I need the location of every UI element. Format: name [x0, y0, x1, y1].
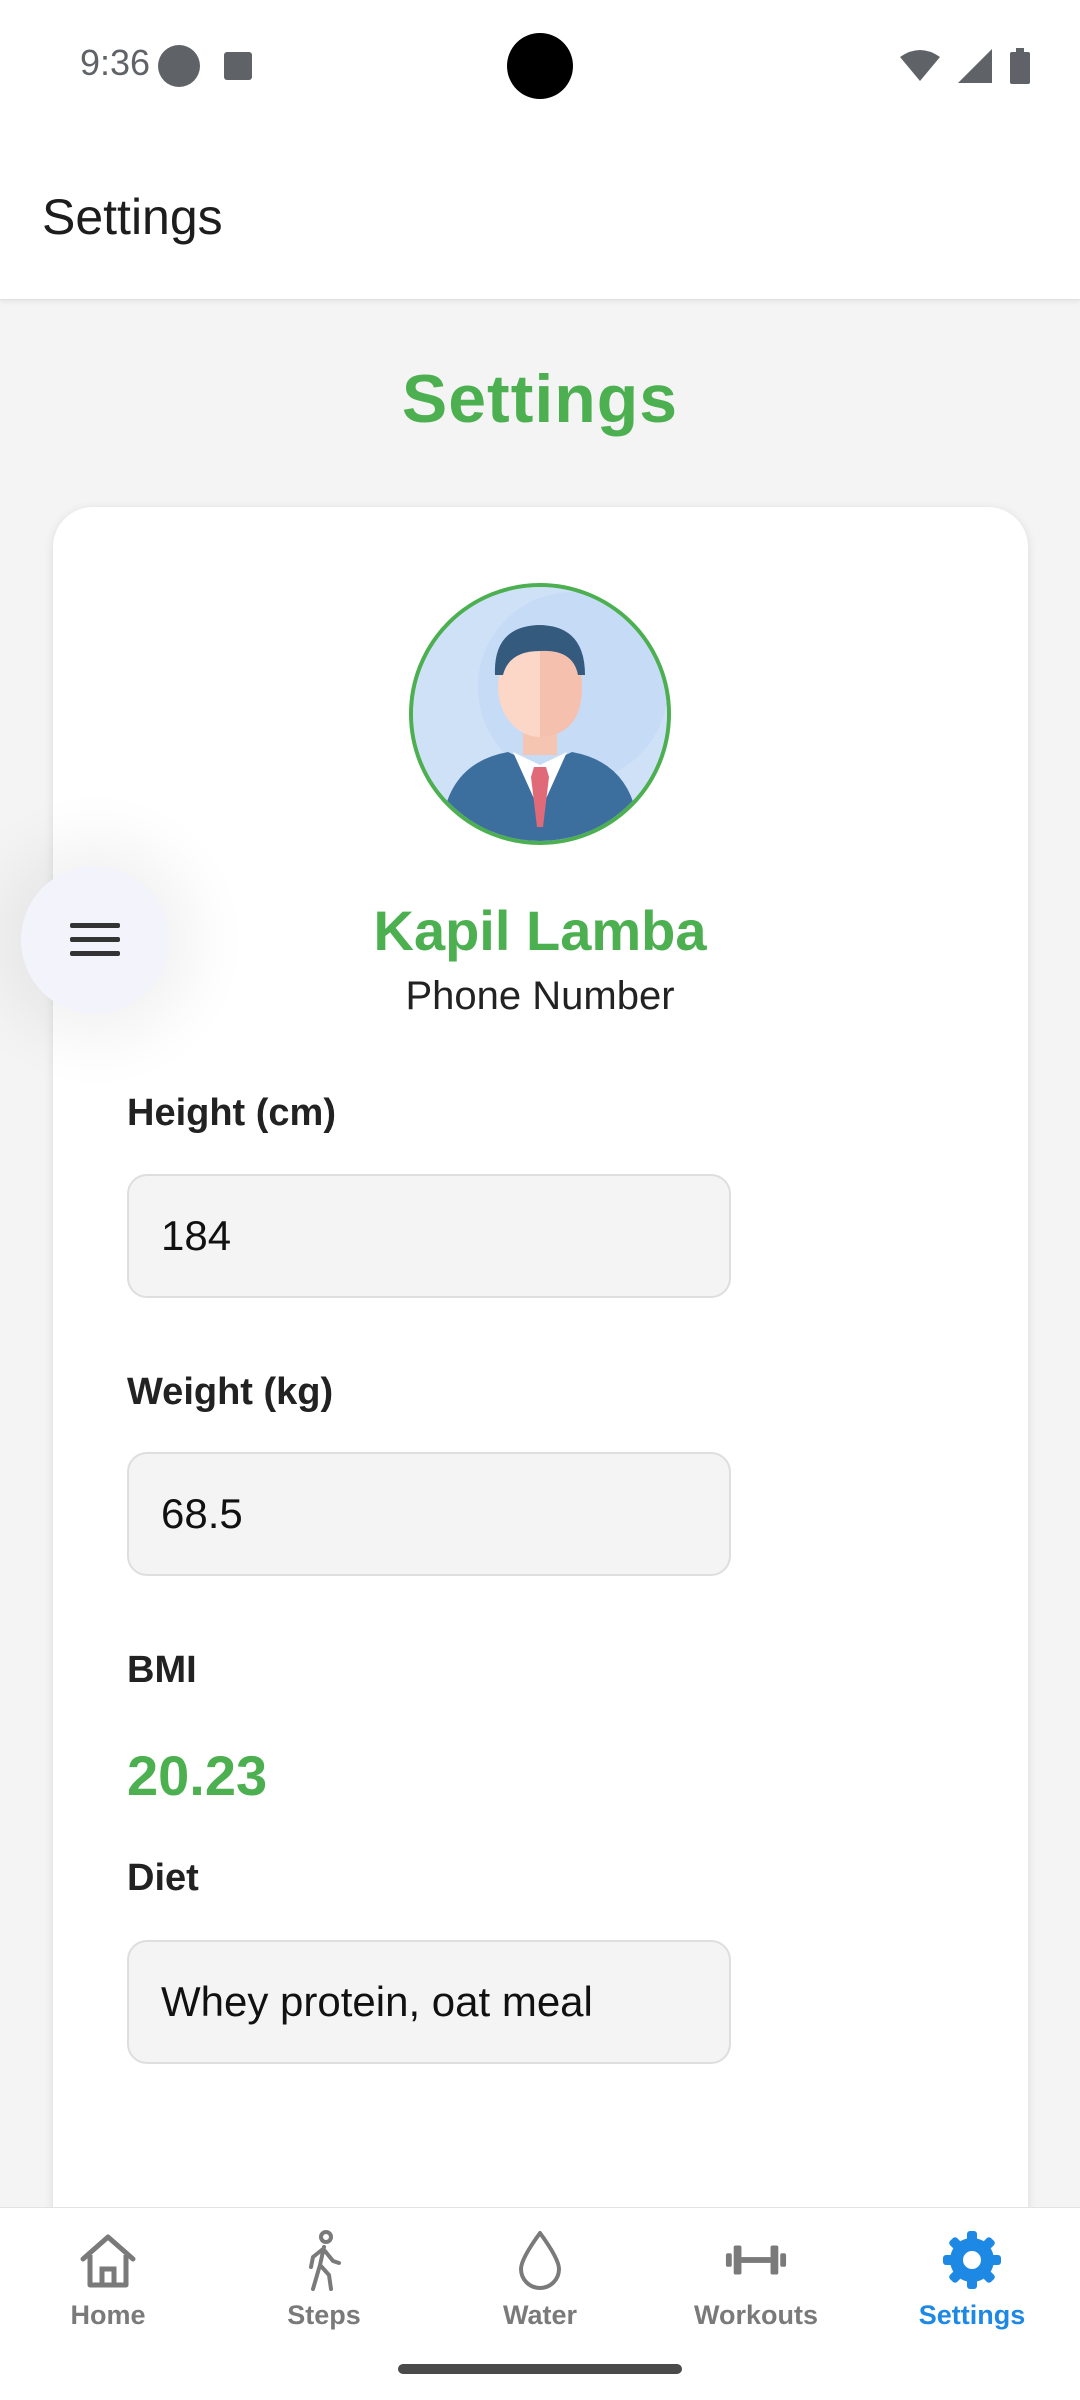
battery-icon — [1010, 48, 1030, 84]
app-bar: Settings — [0, 132, 1080, 300]
nav-workouts-label: Workouts — [693, 2300, 818, 2330]
page-title: Settings — [401, 361, 679, 437]
walking-icon — [292, 2228, 356, 2292]
nav-steps-label: Steps — [287, 2300, 361, 2330]
status-indicators — [900, 48, 1030, 84]
keyboard-notification-icon — [224, 52, 252, 80]
avatar-illustration — [413, 587, 667, 841]
nav-home[interactable]: Home — [0, 2208, 216, 2400]
nav-water-label: Water — [502, 2300, 577, 2330]
menu-button[interactable] — [21, 866, 169, 1014]
app-notification-icon — [158, 45, 200, 87]
diet-input[interactable] — [127, 1940, 731, 2064]
nav-settings[interactable]: Settings — [864, 2208, 1080, 2400]
camera-cutout — [507, 33, 573, 99]
bmi-value: 20.23 — [127, 1744, 268, 1807]
weight-input[interactable] — [127, 1452, 731, 1576]
app-bar-title: Settings — [42, 189, 223, 245]
diet-label: Diet — [127, 1857, 199, 1899]
bmi-label: BMI — [127, 1649, 197, 1691]
status-bar: 9:36 — [0, 0, 1080, 132]
profile-phone-label: Phone Number — [405, 974, 675, 1018]
home-icon — [76, 2228, 140, 2292]
dumbbell-icon — [724, 2228, 788, 2292]
settings-screen: 9:36 Settings Settings Kapil Lamba Phone… — [0, 0, 1080, 2400]
nav-home-label: Home — [70, 2300, 146, 2330]
weight-label: Weight (kg) — [127, 1371, 334, 1413]
signal-icon — [958, 49, 992, 83]
height-input[interactable] — [127, 1174, 731, 1298]
home-indicator[interactable] — [398, 2364, 682, 2374]
hamburger-menu-icon — [70, 923, 120, 956]
status-time: 9:36 — [80, 42, 151, 83]
avatar[interactable] — [409, 583, 671, 845]
gear-icon — [940, 2228, 1004, 2292]
height-label: Height (cm) — [127, 1092, 336, 1134]
wifi-icon — [900, 50, 940, 81]
nav-settings-label: Settings — [918, 2300, 1026, 2330]
water-drop-icon — [508, 2228, 572, 2292]
